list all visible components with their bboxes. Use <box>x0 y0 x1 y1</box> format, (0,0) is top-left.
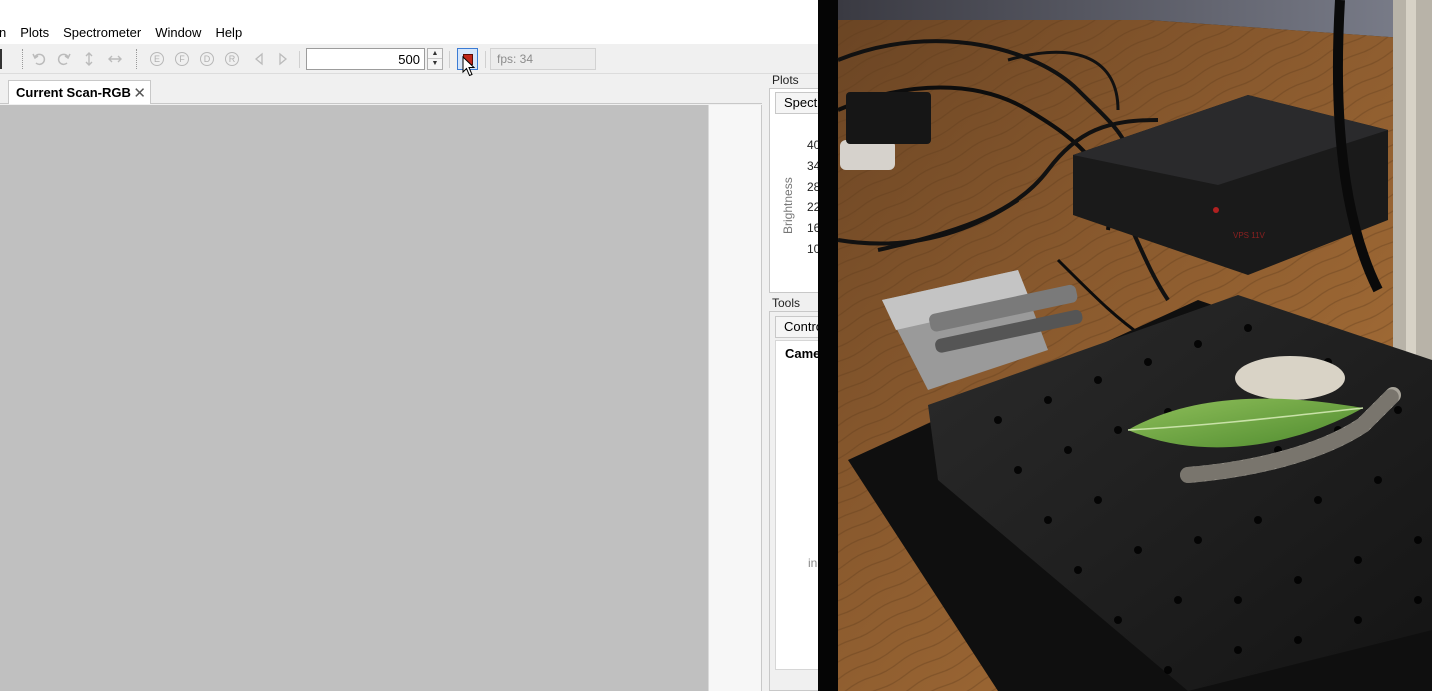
undo-icon[interactable] <box>30 50 48 68</box>
toolbar-separator <box>485 51 486 68</box>
horizontal-arrows-icon[interactable] <box>106 50 124 68</box>
redo-icon[interactable] <box>55 50 73 68</box>
power-box-label: VPS 11V <box>1233 231 1266 240</box>
y-tick-label: 34 <box>807 159 818 173</box>
y-axis-label: Brightness <box>781 177 795 234</box>
vertical-arrows-icon[interactable] <box>80 50 98 68</box>
spin-down-button[interactable]: ▼ <box>428 59 442 69</box>
plots-dock: Spectr Brightness 40 34 28 22 16 10 <box>769 88 818 293</box>
toolbar-edge <box>0 49 2 69</box>
menu-help[interactable]: Help <box>208 22 249 44</box>
menu-scan[interactable]: n <box>0 22 13 44</box>
d-circle-icon[interactable]: D <box>198 50 216 68</box>
toolbar-grip-2[interactable] <box>136 49 139 69</box>
title-bar <box>0 0 818 22</box>
camera-feed-image: VPS 11V <box>818 0 1432 691</box>
y-tick-label: 16 <box>807 221 818 235</box>
y-tick-label: 22 <box>807 200 818 214</box>
tools-dock-title: Tools <box>772 296 801 310</box>
toolbar-separator <box>449 51 450 68</box>
viewport-side-area <box>708 105 762 691</box>
menu-window[interactable]: Window <box>148 22 208 44</box>
menu-plots[interactable]: Plots <box>13 22 56 44</box>
menu-spectrometer[interactable]: Spectrometer <box>56 22 148 44</box>
menu-bar: n Plots Spectrometer Window Help <box>0 22 818 44</box>
exposure-spinbox-input[interactable] <box>306 48 425 70</box>
tab-label: Current Scan-RGB <box>16 85 131 100</box>
plots-dock-title: Plots <box>772 73 799 87</box>
exposure-spinbox-arrows: ▲ ▼ <box>427 48 443 70</box>
spin-up-button[interactable]: ▲ <box>428 49 442 59</box>
fps-display: fps: 34 <box>490 48 596 70</box>
scan-image-viewport[interactable] <box>0 105 708 691</box>
tab-controls[interactable]: Contro <box>775 316 818 338</box>
tools-dock: Contro Came in <box>769 311 818 691</box>
tab-spectrum[interactable]: Spectr <box>775 92 818 114</box>
photo-scene: VPS 11V <box>818 0 1432 691</box>
e-letter: E <box>150 52 164 66</box>
application-window: n Plots Spectrometer Window Help E F D R <box>0 0 818 691</box>
r-letter: R <box>225 52 239 66</box>
toolbar-grip[interactable] <box>22 49 25 69</box>
y-tick-label: 28 <box>807 180 818 194</box>
partial-text: in <box>808 556 818 570</box>
y-tick-label: 40 <box>807 138 818 152</box>
y-tick-label: 10 <box>807 242 818 256</box>
d-letter: D <box>200 52 214 66</box>
document-tabstrip: Current Scan-RGB ✕ <box>0 78 762 104</box>
e-circle-icon[interactable]: E <box>148 50 166 68</box>
left-triangle-icon[interactable] <box>250 50 268 68</box>
close-icon[interactable]: ✕ <box>133 84 146 102</box>
right-triangle-icon[interactable] <box>274 50 292 68</box>
tab-current-scan-rgb[interactable]: Current Scan-RGB ✕ <box>8 80 151 104</box>
r-circle-icon[interactable]: R <box>223 50 241 68</box>
camera-section-label: Came <box>785 346 818 361</box>
toolbar-separator <box>299 51 300 68</box>
mouse-cursor-icon <box>462 56 476 77</box>
tools-content: Came in <box>775 340 818 670</box>
f-circle-icon[interactable]: F <box>173 50 191 68</box>
f-letter: F <box>175 52 189 66</box>
